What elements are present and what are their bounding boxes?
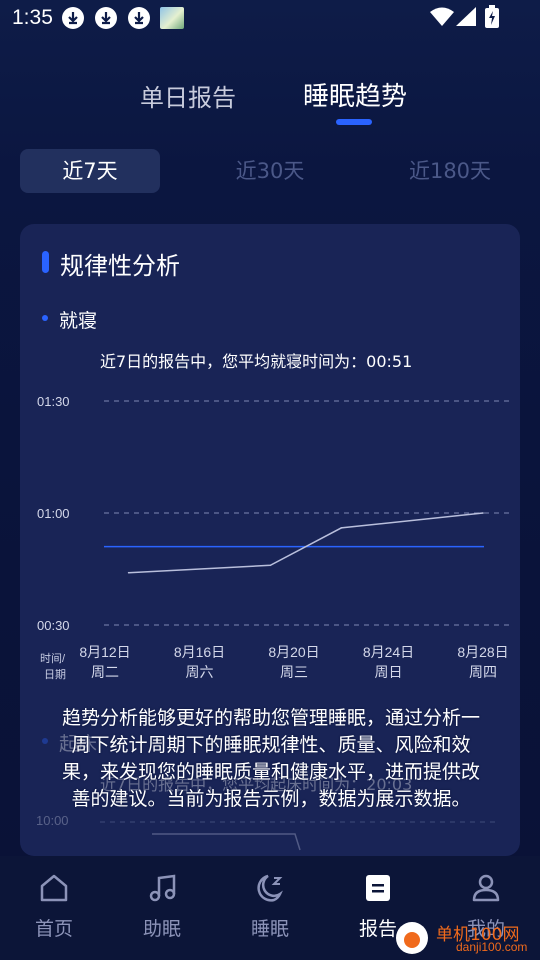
bullet-dot [42,315,48,321]
section-label-bedtime: 就寝 [59,310,98,332]
x-tick-weekday: 周日 [375,664,403,680]
signal-icon [456,7,476,26]
battery-charging-icon [485,5,499,28]
x-tick-weekday: 周四 [469,664,497,680]
tab-indicator [336,119,372,125]
bedtime-summary: 近7日的报告中，您平均就寝时间为：00:51 [100,352,413,371]
profile-icon [472,874,500,902]
x-axis-caption: 日期 [44,668,66,681]
tab-daily-report[interactable]: 单日报告 [140,78,236,113]
bullet-dot [42,738,48,744]
bedtime-point [340,527,343,529]
x-tick-weekday: 周二 [91,664,119,680]
range-tab-30-days[interactable]: 近30天 [200,149,340,193]
y-tick-label: 01:30 [37,394,70,409]
range-tab-7-days[interactable]: 近7天 [20,149,160,193]
moon-icon [257,874,283,902]
nav-item-home[interactable]: 首页 [0,856,108,960]
home-icon [40,874,68,902]
nav-label: 睡眠 [250,918,289,940]
x-tick-date: 8月20日 [268,644,319,660]
nav-label: 首页 [34,918,73,940]
status-bar: 1:35 [0,0,540,36]
card-title: 规律性分析 [60,252,180,280]
bedtime-series-line [128,512,484,574]
nav-label: 助眠 [142,918,181,940]
nav-item-sleep-aid[interactable]: 助眠 [108,856,216,960]
x-axis-caption: 时间/ [40,652,66,665]
image-thumbnail-icon [160,7,184,29]
download-icon [128,7,150,29]
trend-info-overlay: 趋势分析能够更好的帮助您管理睡眠，通过分析一周下统计周期下的睡眠规律性、质量、风… [61,707,480,810]
watermark-logo-icon [396,922,428,954]
tab-sleep-trend[interactable]: 睡眠趋势 [303,76,407,113]
range-tab-180-days[interactable]: 近180天 [380,149,520,193]
music-note-icon [149,874,176,902]
nav-item-sleep[interactable]: 睡眠 [216,856,324,960]
y-tick-label: 00:30 [37,618,70,633]
download-icon [95,7,117,29]
x-tick-date: 8月12日 [79,644,130,660]
title-accent-bar [42,251,49,273]
status-time: 1:35 [12,6,53,29]
bedtime-chart: 01:30 01:00 00:30 时间/日期 8月12日周二 8月16日周六 8月20日周… [37,394,512,681]
watermark: 单机100网 danji100.com [396,920,536,956]
x-tick-date: 8月28日 [457,644,508,660]
x-tick-date: 8月24日 [363,644,414,660]
watermark-url: danji100.com [456,940,528,954]
x-tick-weekday: 周三 [280,664,308,680]
y-tick-label: 01:00 [37,506,70,521]
report-icon [366,875,390,901]
x-tick-weekday: 周六 [186,664,214,680]
bedtime-point [127,571,130,574]
bedtime-point [482,512,484,514]
download-icon [62,7,84,29]
x-tick-date: 8月16日 [174,644,225,660]
wifi-icon [430,7,454,26]
bedtime-point [269,564,272,567]
